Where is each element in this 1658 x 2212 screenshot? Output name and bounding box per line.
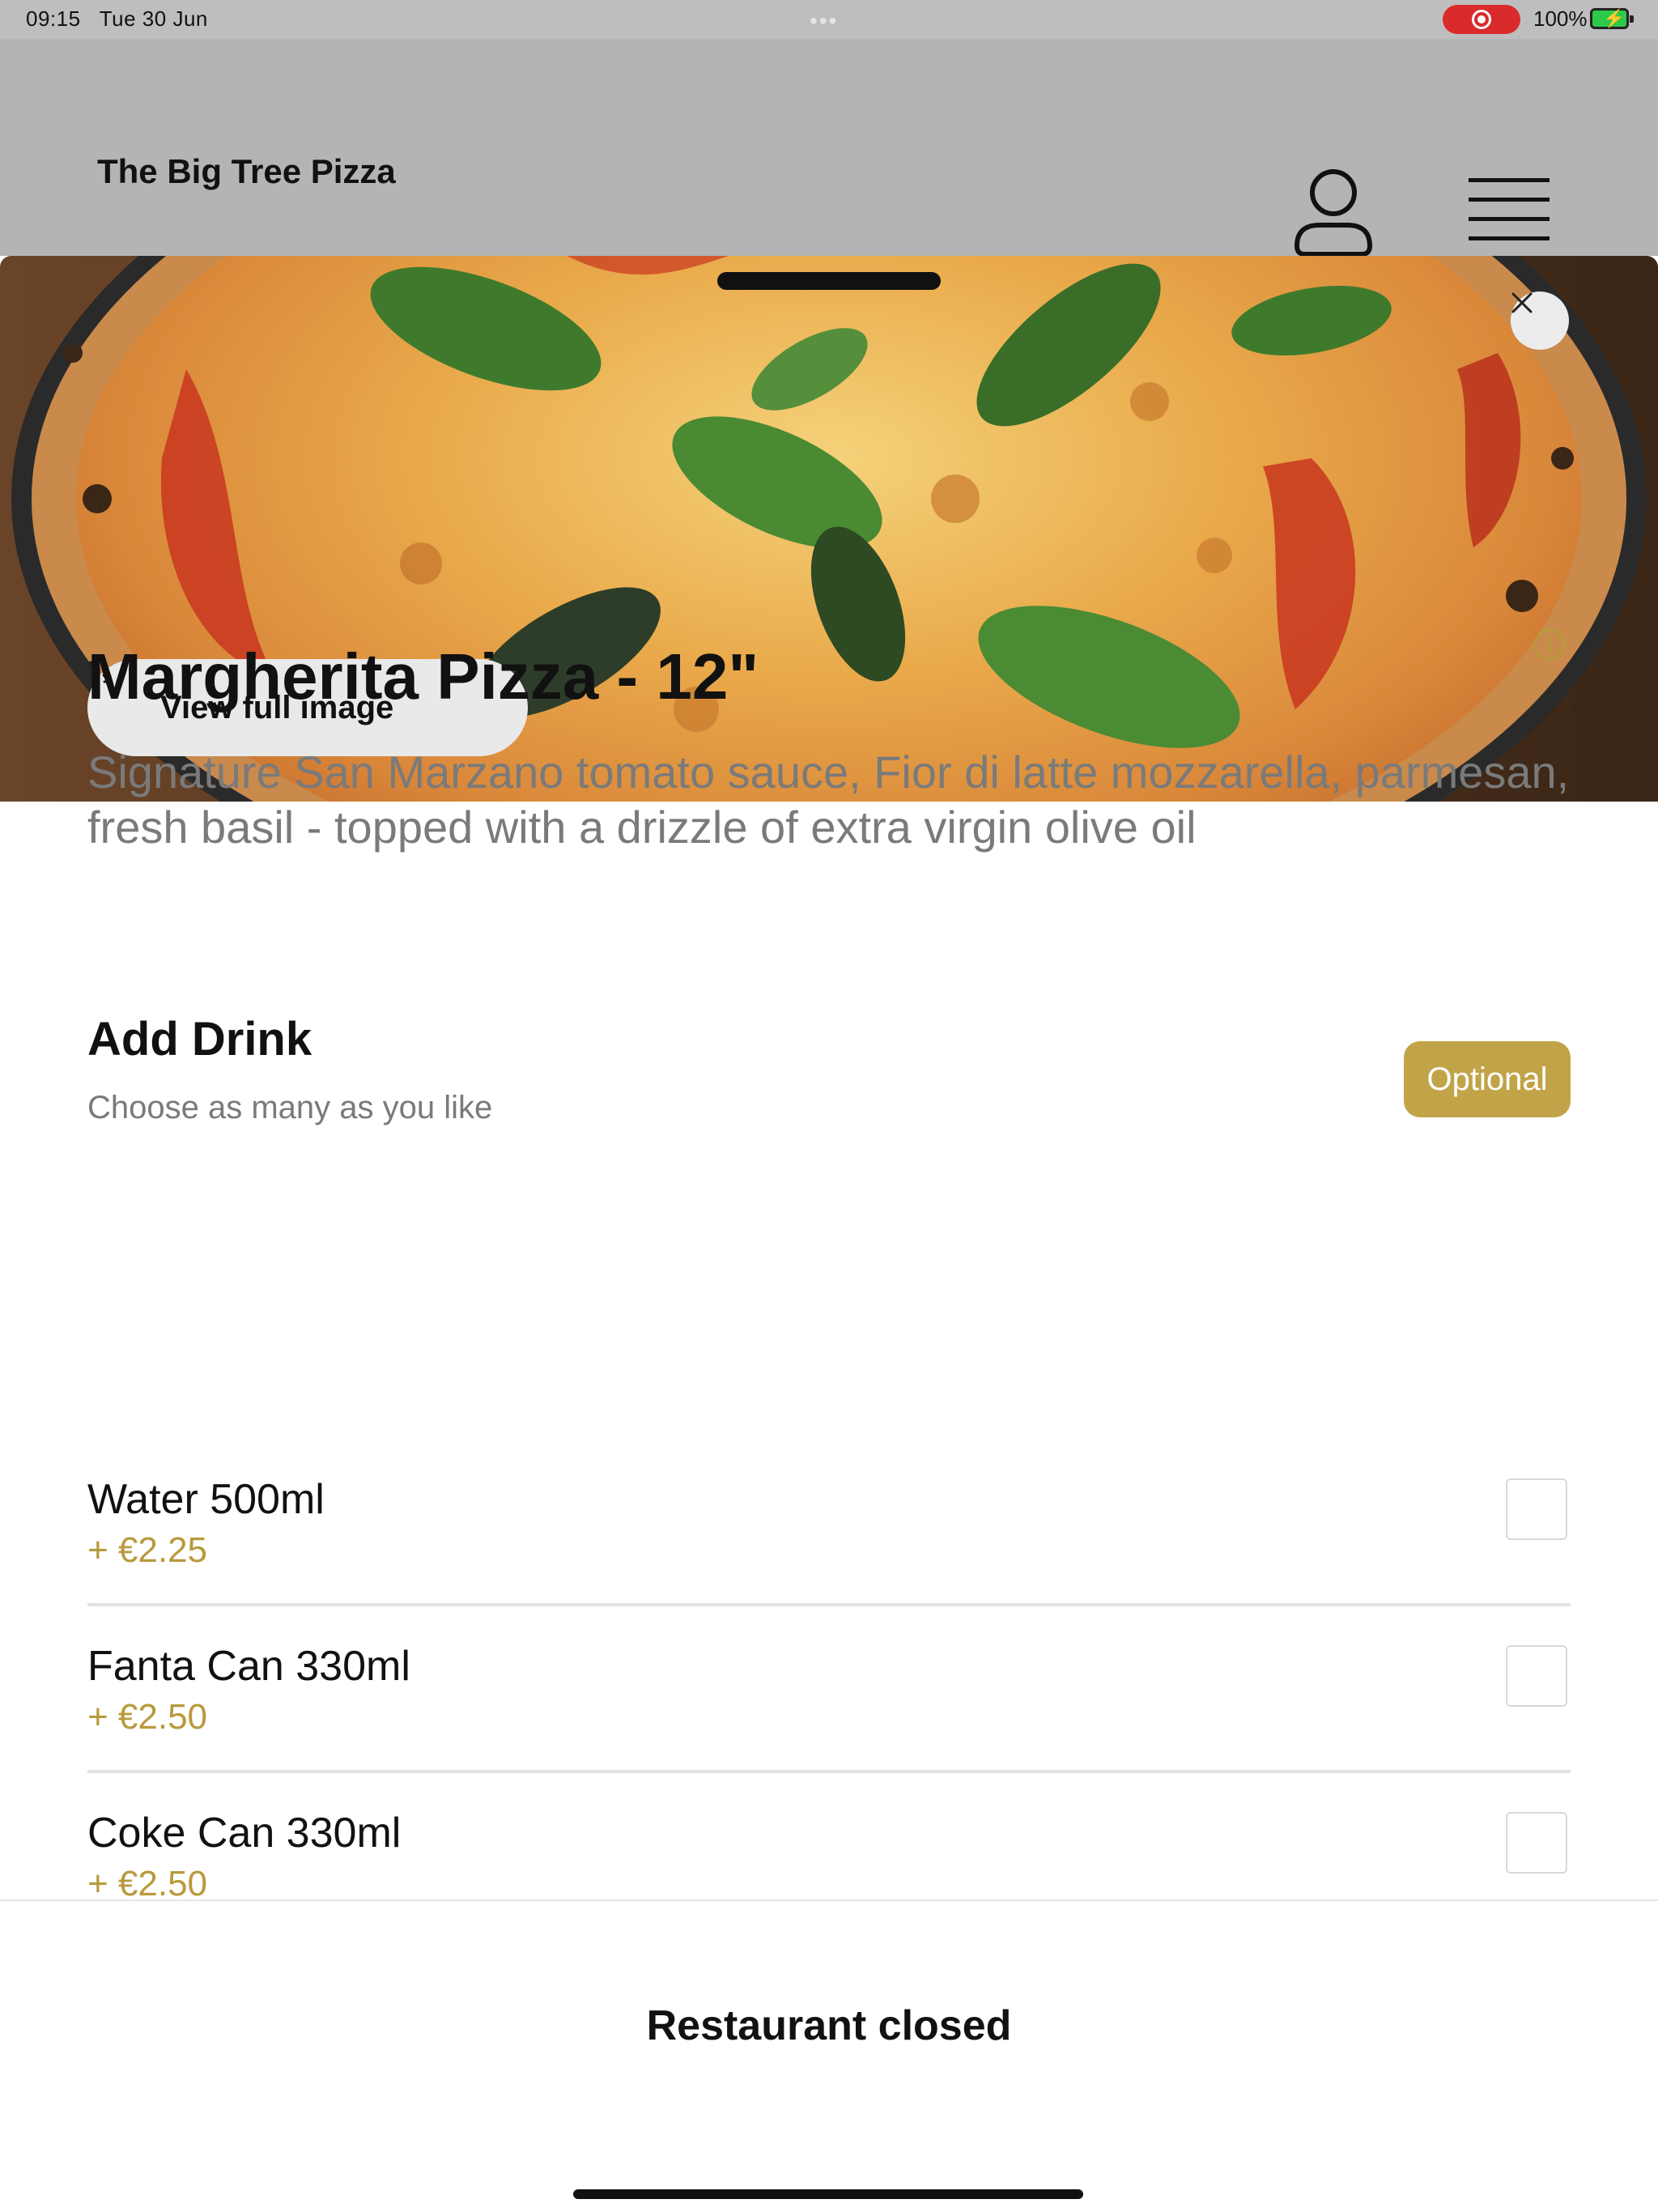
add-drink-heading: Add Drink: [87, 1013, 312, 1066]
order-footer: Restaurant closed: [0, 1899, 1658, 2212]
hamburger-menu-icon: [1469, 178, 1550, 240]
info-icon[interactable]: [1532, 627, 1567, 662]
restaurant-closed-label: Restaurant closed: [646, 2002, 1012, 2049]
sheet-grabber[interactable]: [717, 272, 941, 290]
close-button[interactable]: [1511, 291, 1569, 350]
option-name: Water 500ml: [87, 1476, 325, 1523]
app-header: The Big Tree Pizza: [0, 39, 1658, 259]
option-name: Coke Can 330ml: [87, 1810, 402, 1857]
account-button[interactable]: [1292, 165, 1375, 259]
person-icon: [1294, 169, 1373, 257]
battery-percentage: 100%: [1533, 6, 1588, 31]
option-checkbox[interactable]: [1506, 1478, 1567, 1540]
drink-option-fanta[interactable]: Fanta Can 330ml + €2.50: [87, 1642, 1571, 1809]
multitasking-dots-icon[interactable]: •••: [810, 8, 838, 34]
option-checkbox[interactable]: [1506, 1812, 1567, 1874]
screen-recording-icon[interactable]: [1443, 5, 1520, 34]
add-drink-subtitle: Choose as many as you like: [87, 1090, 493, 1125]
battery-icon: ⚡: [1590, 8, 1634, 29]
option-price: + €2.50: [87, 1697, 208, 1737]
status-bar: 09:15 Tue 30 Jun ••• 100% ⚡: [0, 0, 1658, 39]
divider: [87, 1770, 1571, 1773]
menu-button[interactable]: [1464, 175, 1554, 246]
option-checkbox[interactable]: [1506, 1645, 1567, 1707]
product-title: Margherita Pizza - 12": [87, 640, 759, 713]
close-icon: [1511, 292, 1533, 313]
option-price: + €2.50: [87, 1864, 208, 1904]
divider: [87, 1603, 1571, 1606]
option-price: + €2.25: [87, 1530, 208, 1570]
product-description: Signature San Marzano tomato sauce, Fior…: [87, 747, 1570, 853]
drink-option-water[interactable]: Water 500ml + €2.25: [87, 1475, 1571, 1642]
restaurant-name: The Big Tree Pizza: [97, 152, 396, 190]
status-time: 09:15 Tue 30 Jun: [26, 6, 208, 31]
product-image[interactable]: View full image: [0, 256, 1658, 802]
home-indicator[interactable]: [573, 2189, 1083, 2199]
optional-badge: Optional: [1404, 1041, 1571, 1117]
option-name: Fanta Can 330ml: [87, 1643, 410, 1690]
